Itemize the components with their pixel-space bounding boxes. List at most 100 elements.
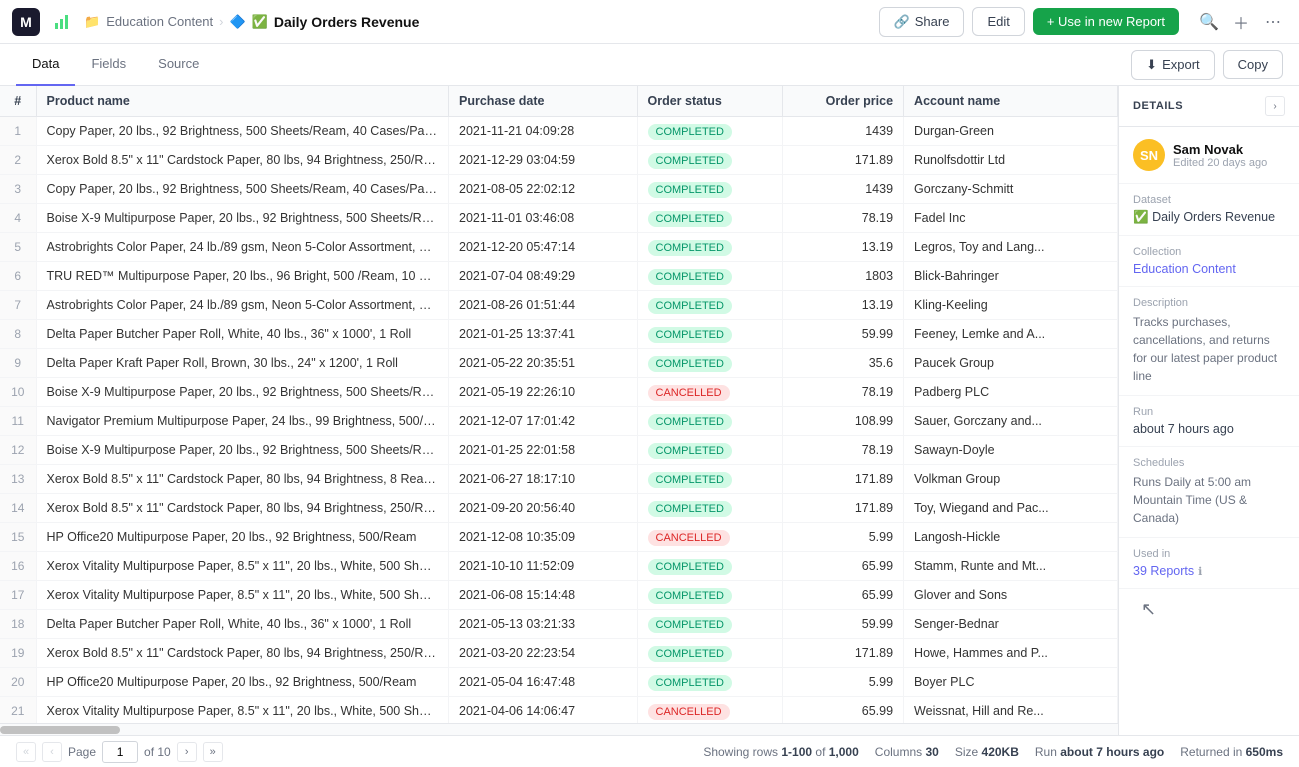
table-area: # Product name Purchase date Order statu… [0, 86, 1119, 735]
table-row[interactable]: 9 Delta Paper Kraft Paper Roll, Brown, 3… [0, 349, 1118, 378]
breadcrumb: 📁 Education Content › 🔷 ✅ Daily Orders R… [84, 14, 419, 30]
table-scroll[interactable]: # Product name Purchase date Order statu… [0, 86, 1118, 723]
cell-account-name: Toy, Wiegand and Pac... [904, 494, 1118, 523]
cell-order-status: COMPLETED [637, 320, 782, 349]
cell-order-price: 171.89 [782, 465, 904, 494]
table-row[interactable]: 14 Xerox Bold 8.5" x 11" Cardstock Paper… [0, 494, 1118, 523]
cell-purchase-date: 2021-07-04 08:49:29 [449, 262, 637, 291]
details-panel: DETAILS › SN Sam Novak Edited 20 days ag… [1119, 86, 1299, 735]
cell-order-price: 1803 [782, 262, 904, 291]
details-collapse-button[interactable]: › [1265, 96, 1285, 116]
cell-num: 17 [0, 581, 36, 610]
cell-account-name: Paucek Group [904, 349, 1118, 378]
cell-account-name: Langosh-Hickle [904, 523, 1118, 552]
more-options-button[interactable]: ⋯ [1259, 8, 1287, 36]
first-page-button[interactable]: « [16, 742, 36, 762]
table-row[interactable]: 21 Xerox Vitality Multipurpose Paper, 8.… [0, 697, 1118, 724]
cell-order-price: 5.99 [782, 668, 904, 697]
cell-account-name: Stamm, Runte and Mt... [904, 552, 1118, 581]
cell-order-status: CANCELLED [637, 697, 782, 724]
copy-button[interactable]: Copy [1223, 50, 1283, 79]
search-button[interactable]: 🔍 [1195, 8, 1223, 36]
cell-order-price: 1439 [782, 175, 904, 204]
table-row[interactable]: 8 Delta Paper Butcher Paper Roll, White,… [0, 320, 1118, 349]
export-button[interactable]: ⬇ Export [1131, 50, 1214, 80]
col-header-purchase-date[interactable]: Purchase date [449, 86, 637, 117]
tab-source[interactable]: Source [142, 44, 215, 86]
cell-order-price: 171.89 [782, 494, 904, 523]
cell-purchase-date: 2021-11-21 04:09:28 [449, 117, 637, 146]
reports-link[interactable]: 39 Reports [1133, 564, 1194, 578]
share-button[interactable]: 🔗 Share [879, 7, 965, 37]
col-header-order-status[interactable]: Order status [637, 86, 782, 117]
table-row[interactable]: 18 Delta Paper Butcher Paper Roll, White… [0, 610, 1118, 639]
table-row[interactable]: 20 HP Office20 Multipurpose Paper, 20 lb… [0, 668, 1118, 697]
horizontal-scrollbar[interactable] [0, 723, 1118, 735]
scroll-thumb [0, 726, 120, 734]
cell-purchase-date: 2021-01-25 22:01:58 [449, 436, 637, 465]
footer: « ‹ Page of 10 › » Showing rows 1-100 of… [0, 735, 1299, 767]
cell-num: 1 [0, 117, 36, 146]
cell-order-status: COMPLETED [637, 668, 782, 697]
cell-order-price: 171.89 [782, 146, 904, 175]
prev-page-button[interactable]: ‹ [42, 742, 62, 762]
cell-num: 13 [0, 465, 36, 494]
export-icon: ⬇ [1146, 57, 1157, 73]
details-run-section: Run about 7 hours ago [1119, 396, 1299, 447]
cell-order-price: 65.99 [782, 581, 904, 610]
tab-fields[interactable]: Fields [75, 44, 142, 86]
table-row[interactable]: 16 Xerox Vitality Multipurpose Paper, 8.… [0, 552, 1118, 581]
tab-data[interactable]: Data [16, 44, 75, 86]
table-row[interactable]: 11 Navigator Premium Multipurpose Paper,… [0, 407, 1118, 436]
breadcrumb-section[interactable]: Education Content [106, 14, 213, 29]
col-header-product-name[interactable]: Product name [36, 86, 449, 117]
table-row[interactable]: 7 Astrobrights Color Paper, 24 lb./89 gs… [0, 291, 1118, 320]
collection-link[interactable]: Education Content [1133, 262, 1236, 276]
col-header-order-price[interactable]: Order price [782, 86, 904, 117]
table-row[interactable]: 4 Boise X-9 Multipurpose Paper, 20 lbs.,… [0, 204, 1118, 233]
table-row[interactable]: 3 Copy Paper, 20 lbs., 92 Brightness, 50… [0, 175, 1118, 204]
top-nav: M 📁 Education Content › 🔷 ✅ Daily Orders… [0, 0, 1299, 44]
user-name: Sam Novak [1173, 142, 1267, 157]
next-page-button[interactable]: › [177, 742, 197, 762]
col-header-account-name[interactable]: Account name [904, 86, 1118, 117]
collection-label: Collection [1133, 246, 1285, 258]
table-row[interactable]: 2 Xerox Bold 8.5" x 11" Cardstock Paper,… [0, 146, 1118, 175]
table-row[interactable]: 6 TRU RED™ Multipurpose Paper, 20 lbs., … [0, 262, 1118, 291]
table-row[interactable]: 5 Astrobrights Color Paper, 24 lb./89 gs… [0, 233, 1118, 262]
dataset-value: ✅ Daily Orders Revenue [1133, 210, 1285, 225]
cell-product-name: Delta Paper Butcher Paper Roll, White, 4… [36, 320, 449, 349]
cell-order-price: 13.19 [782, 233, 904, 262]
schedules-value: Runs Daily at 5:00 am Mountain Time (US … [1133, 473, 1285, 527]
table-row[interactable]: 13 Xerox Bold 8.5" x 11" Cardstock Paper… [0, 465, 1118, 494]
table-row[interactable]: 1 Copy Paper, 20 lbs., 92 Brightness, 50… [0, 117, 1118, 146]
cell-product-name: Xerox Bold 8.5" x 11" Cardstock Paper, 8… [36, 639, 449, 668]
edit-button[interactable]: Edit [972, 7, 1024, 36]
avatar: SN [1133, 139, 1165, 171]
cell-product-name: Astrobrights Color Paper, 24 lb./89 gsm,… [36, 233, 449, 262]
table-row[interactable]: 19 Xerox Bold 8.5" x 11" Cardstock Paper… [0, 639, 1118, 668]
add-button[interactable]: ＋ [1227, 8, 1255, 36]
table-row[interactable]: 12 Boise X-9 Multipurpose Paper, 20 lbs.… [0, 436, 1118, 465]
details-collection-section: Collection Education Content [1119, 236, 1299, 287]
use-in-new-report-button[interactable]: + Use in new Report [1033, 8, 1179, 35]
cell-purchase-date: 2021-03-20 22:23:54 [449, 639, 637, 668]
cell-product-name: Copy Paper, 20 lbs., 92 Brightness, 500 … [36, 117, 449, 146]
cell-order-status: COMPLETED [637, 204, 782, 233]
run-info: Run about 7 hours ago [1035, 745, 1164, 759]
cell-product-name: Navigator Premium Multipurpose Paper, 24… [36, 407, 449, 436]
cell-order-status: CANCELLED [637, 523, 782, 552]
table-row[interactable]: 15 HP Office20 Multipurpose Paper, 20 lb… [0, 523, 1118, 552]
table-row[interactable]: 17 Xerox Vitality Multipurpose Paper, 8.… [0, 581, 1118, 610]
breadcrumb-check: ✅ [252, 14, 268, 30]
cell-purchase-date: 2021-06-27 18:17:10 [449, 465, 637, 494]
showing-rows-label: Showing rows 1-100 of 1,000 [703, 745, 858, 759]
cell-product-name: HP Office20 Multipurpose Paper, 20 lbs.,… [36, 668, 449, 697]
cell-order-price: 108.99 [782, 407, 904, 436]
page-input[interactable] [102, 741, 138, 763]
cell-order-price: 78.19 [782, 204, 904, 233]
cell-purchase-date: 2021-05-22 20:35:51 [449, 349, 637, 378]
last-page-button[interactable]: » [203, 742, 223, 762]
table-row[interactable]: 10 Boise X-9 Multipurpose Paper, 20 lbs.… [0, 378, 1118, 407]
showing-rows-range: 1-100 [781, 745, 812, 759]
